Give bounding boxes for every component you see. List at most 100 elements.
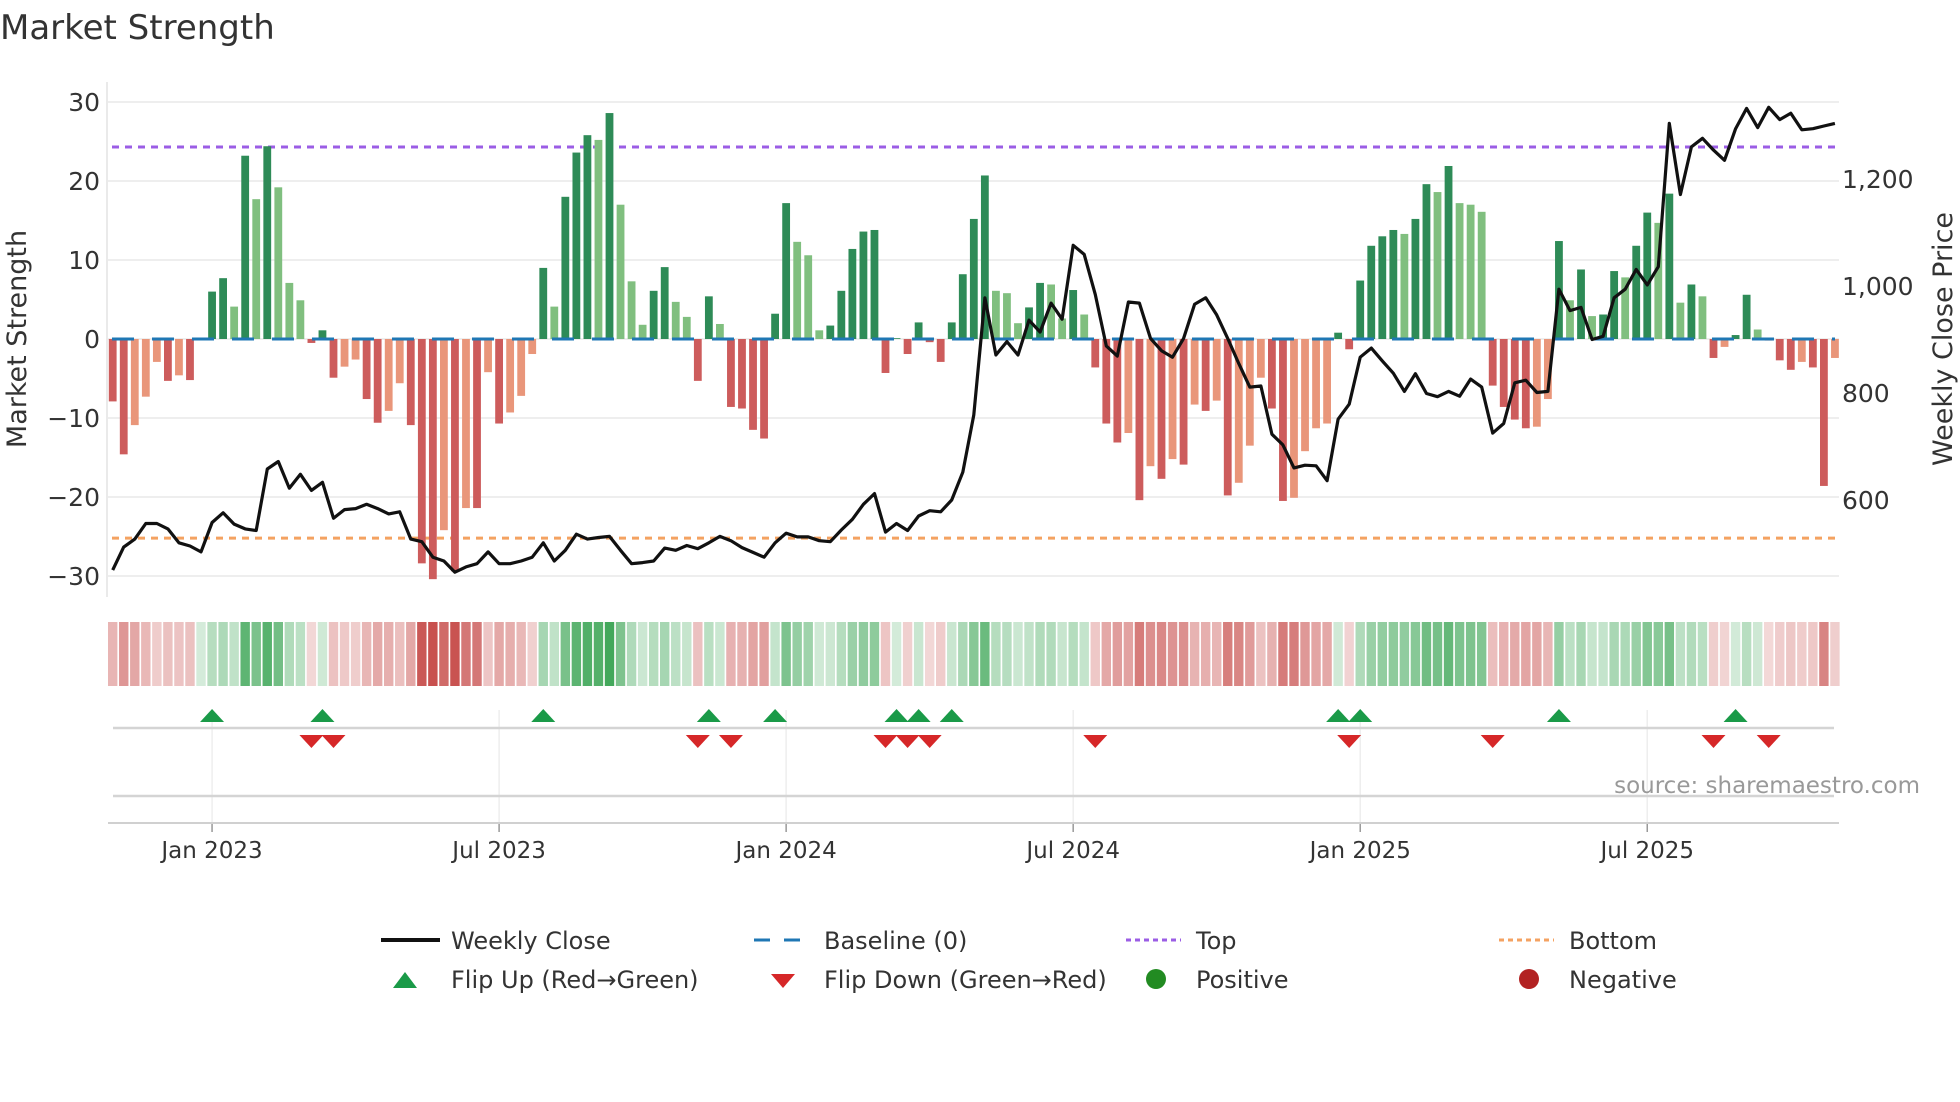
heat-cell [1532, 622, 1542, 686]
heat-cell [1465, 622, 1476, 686]
negative-bar [1488, 339, 1497, 386]
y2-tick-label: 800 [1842, 379, 1890, 408]
negative-bar [749, 339, 757, 430]
positive-bar [793, 241, 802, 339]
heat-cell [196, 622, 206, 686]
negative-bar [451, 339, 459, 572]
positive-bar [1698, 296, 1707, 339]
heat-cell [1653, 622, 1663, 686]
heat-cell [936, 622, 946, 686]
heat-cell [1741, 622, 1752, 686]
heat-cell [251, 622, 261, 686]
negative-bar [1268, 339, 1276, 409]
positive-bar [992, 290, 1000, 339]
heat-cell [1245, 622, 1255, 686]
y2-tick-label: 600 [1842, 486, 1890, 515]
positive-bar [1389, 229, 1398, 339]
positive-bar [649, 290, 658, 339]
heat-cell [350, 622, 361, 686]
heat-cell [715, 622, 725, 686]
positive-bar [1080, 314, 1089, 339]
legend-bottom: Bottom [1569, 927, 1657, 955]
x-tick-label: Jan 2023 [159, 838, 262, 864]
heat-cell [759, 622, 769, 686]
heat-cell [384, 622, 394, 686]
heat-cell [1123, 622, 1134, 686]
heat-cell [527, 622, 537, 686]
heat-cell [229, 622, 239, 686]
heat-cell [770, 622, 780, 686]
negative-bar [119, 339, 128, 455]
positive-bar [274, 187, 283, 339]
heat-cell [1764, 622, 1774, 686]
heat-cell [1134, 622, 1145, 686]
positive-bar [1356, 280, 1365, 339]
positive-bar [1422, 184, 1431, 339]
positive-bar [1687, 284, 1696, 339]
negative-bar [340, 339, 349, 367]
heat-cell [693, 622, 703, 686]
heat-cell [439, 622, 449, 686]
heat-cell [306, 622, 317, 686]
source-label: source: sharemaestro.com [1614, 773, 1920, 799]
heat-cell [163, 622, 173, 686]
heat-cell [869, 622, 880, 686]
positive-bar [561, 196, 570, 339]
negative-bar [1124, 339, 1133, 434]
flip-up-marker [906, 709, 931, 722]
flip-up-marker [1723, 709, 1748, 722]
heat-cell [1388, 622, 1399, 686]
heat-cell [1079, 622, 1089, 686]
negative-bar [395, 339, 404, 384]
heat-cell [980, 622, 990, 686]
heat-cell [130, 622, 140, 686]
heat-cell [1322, 622, 1332, 686]
negative-bar [406, 339, 415, 426]
legend-flip-up: Flip Up (Red→Green) [451, 966, 699, 994]
heat-cell [1156, 622, 1167, 686]
heat-cell [847, 622, 858, 686]
heat-cell [361, 622, 372, 686]
heat-cell [494, 622, 504, 686]
heat-cell [1499, 622, 1509, 686]
positive-bar [1676, 302, 1685, 339]
negative-bar [362, 339, 371, 400]
negative-bar [495, 339, 503, 424]
heat-cell [560, 622, 571, 686]
negative-bar [1157, 339, 1166, 479]
market-strength-chart: Market Strength 3020100−10−20−30 1,2001,… [0, 8, 1959, 994]
heat-cell [108, 622, 118, 686]
negative-bar [351, 339, 360, 360]
heat-cell [748, 622, 758, 686]
heat-cell [1819, 622, 1829, 686]
heat-cell [1344, 622, 1354, 686]
legend-weekly-close: Weekly Close [451, 927, 611, 955]
heat-cell [637, 622, 648, 686]
flip-up-marker [1326, 709, 1351, 722]
heat-cell [1410, 622, 1421, 686]
heat-cell [825, 622, 835, 686]
negative-bar [384, 339, 393, 411]
negative-bar [373, 339, 382, 423]
heat-cell [913, 622, 924, 686]
heat-cell [571, 622, 582, 686]
negative-bar [1786, 339, 1795, 370]
negative-bar [760, 339, 768, 439]
positive-bar [1014, 323, 1022, 339]
heat-cell [1267, 622, 1277, 686]
heat-cell [1057, 622, 1067, 686]
flip-up-marker [884, 709, 909, 722]
heat-cell [1476, 622, 1487, 686]
heat-cell [1664, 622, 1675, 686]
flip-down-marker [1480, 735, 1505, 748]
positive-bar [550, 306, 559, 339]
negative-bar [186, 339, 194, 381]
positive-bar [263, 146, 272, 339]
heat-cell [1576, 622, 1586, 686]
heat-cell [417, 622, 427, 686]
heat-cell [1278, 622, 1288, 686]
heat-cell [1543, 622, 1553, 686]
heat-cell [1808, 622, 1818, 686]
positive-bar [859, 231, 868, 339]
heat-cell [1366, 622, 1376, 686]
